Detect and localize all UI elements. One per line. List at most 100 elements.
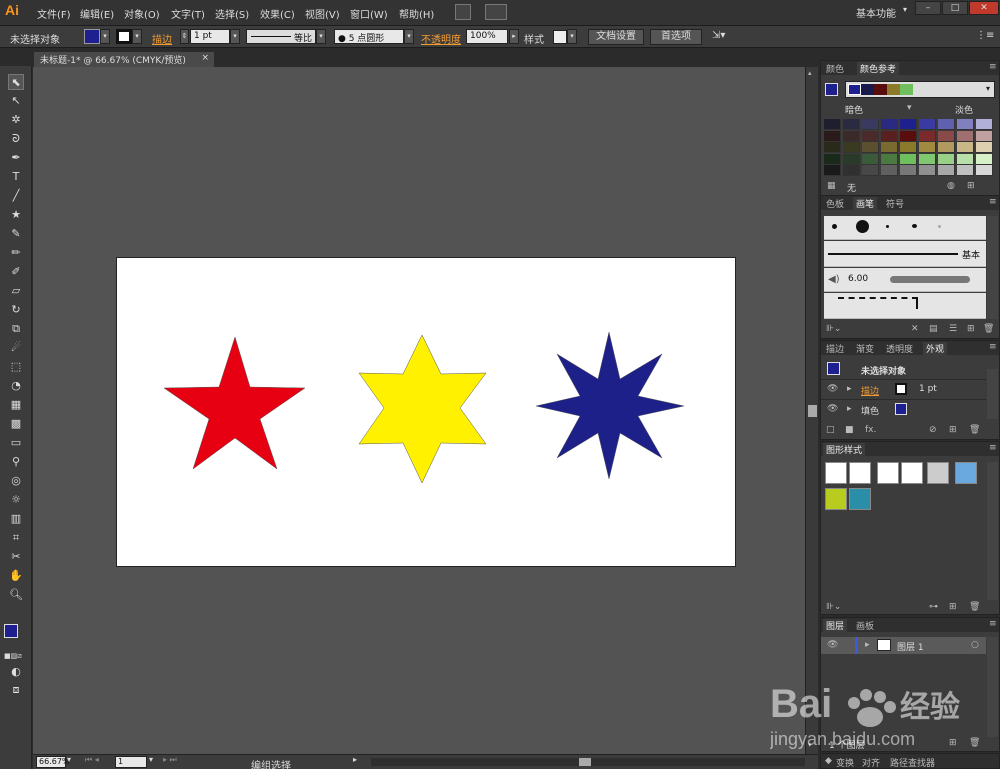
fill-attribute-row[interactable]: 👁︎ ▸ 填色 <box>821 399 986 418</box>
color-variation-swatch[interactable] <box>957 165 974 176</box>
brushes-scrollbar[interactable] <box>987 216 998 319</box>
style-default-icon[interactable] <box>825 462 847 484</box>
yellow-star[interactable] <box>358 334 487 484</box>
arrange-documents-icon[interactable] <box>485 4 507 20</box>
color-variation-swatch[interactable] <box>862 153 879 165</box>
screen-mode-icon[interactable]: ⧈ <box>8 682 24 698</box>
horizontal-scroll-thumb[interactable] <box>579 758 591 766</box>
artboard-nav-prev-icon[interactable]: ⏮ ◂ <box>85 755 99 765</box>
tab-symbols[interactable]: 符号 <box>883 197 907 210</box>
gradient-tool-icon[interactable]: ▭ <box>8 435 24 451</box>
fill-attr-label[interactable]: 填色 <box>861 404 879 417</box>
harmony-color-1[interactable] <box>848 84 861 95</box>
color-variation-swatch[interactable] <box>843 130 860 142</box>
profile-dropdown[interactable]: ▾ <box>316 29 326 44</box>
stroke-attribute-row[interactable]: 👁︎ ▸ 描边 1 pt <box>821 379 986 398</box>
stroke-attr-label[interactable]: 描边 <box>861 384 879 397</box>
color-variation-swatch[interactable] <box>824 165 841 176</box>
style-outline-icon[interactable] <box>901 462 923 484</box>
tab-color[interactable]: 颜色 <box>823 62 847 75</box>
close-tab-icon[interactable]: × <box>201 53 209 63</box>
close-button[interactable]: ✕ <box>969 1 999 15</box>
vertical-scroll-thumb[interactable] <box>808 405 817 417</box>
opacity-label[interactable]: 不透明度 <box>421 31 461 46</box>
direct-select-tool-icon[interactable]: ↖ <box>8 93 24 109</box>
pencil-tool-icon[interactable]: ✏ <box>8 245 24 261</box>
color-variation-swatch[interactable] <box>957 142 974 153</box>
chevron-down-icon[interactable]: ▾ <box>986 84 990 93</box>
color-variation-swatch[interactable] <box>919 119 936 130</box>
variable-width-profile[interactable]: 等比 <box>246 29 316 44</box>
style-green-texture-icon[interactable] <box>825 488 847 510</box>
opacity-field[interactable]: 100% <box>466 29 508 44</box>
free-transform-tool-icon[interactable]: ⬚ <box>8 359 24 375</box>
menu-type[interactable]: 文字(T) <box>171 6 205 21</box>
pen-tool-icon[interactable]: ✒ <box>8 150 24 166</box>
menu-effect[interactable]: 效果(C) <box>260 6 295 21</box>
menu-help[interactable]: 帮助(H) <box>399 6 434 21</box>
tab-graphic-styles[interactable]: 图形样式 <box>823 443 866 456</box>
artboard[interactable] <box>116 257 736 567</box>
brush-dot-tiny-icon[interactable] <box>886 225 889 228</box>
artboard-number-field[interactable]: 1 <box>115 756 147 768</box>
lasso-tool-icon[interactable]: ᘐ <box>8 131 24 147</box>
color-variation-swatch[interactable] <box>957 153 974 165</box>
color-variation-swatch[interactable] <box>862 119 879 130</box>
menu-file[interactable]: 文件(F) <box>37 6 71 21</box>
color-variation-swatch[interactable] <box>824 153 841 165</box>
color-variation-swatch[interactable] <box>843 142 860 153</box>
add-stroke-icon[interactable]: □ <box>826 425 835 435</box>
color-variation-swatch[interactable] <box>976 142 993 153</box>
panel-menu-icon[interactable]: ≡ <box>989 62 997 72</box>
tab-artboards[interactable]: 画板 <box>853 619 877 632</box>
layer-name[interactable]: 图层 1 <box>897 640 924 653</box>
drawing-mode-icon[interactable]: ◐ <box>8 664 24 680</box>
color-variation-swatch[interactable] <box>900 130 917 142</box>
stroke-weight-field[interactable]: 1 pt <box>190 29 230 44</box>
perspective-tool-icon[interactable]: ▦ <box>8 397 24 413</box>
tab-transform[interactable]: 变换 <box>833 756 857 769</box>
tab-layers[interactable]: 图层 <box>823 619 848 632</box>
visibility-eye-icon[interactable]: 👁︎ <box>827 404 838 414</box>
save-swatch-icon[interactable]: ⊞ <box>967 181 975 191</box>
artboard-nav-next-icon[interactable]: ▸ ⏭ <box>163 755 177 765</box>
fill-attr-swatch[interactable] <box>895 403 907 415</box>
color-variation-swatch[interactable] <box>938 142 955 153</box>
color-mode-icon[interactable]: ■▨⧄ <box>4 652 28 660</box>
expand-arrow-icon[interactable]: ▸ <box>865 640 870 650</box>
color-variation-swatch[interactable] <box>957 130 974 142</box>
menu-select[interactable]: 选择(S) <box>215 6 249 21</box>
scale-tool-icon[interactable]: ⧉ <box>8 321 24 337</box>
harmony-color-4[interactable] <box>887 84 900 95</box>
new-style-icon[interactable]: ⊞ <box>949 602 957 612</box>
color-variation-swatch[interactable] <box>938 165 955 176</box>
eyedropper-tool-icon[interactable]: ⚲ <box>8 454 24 470</box>
stroke-dropdown[interactable]: ▾ <box>132 29 142 44</box>
tab-pathfinder[interactable]: 路径查找器 <box>887 756 938 769</box>
color-variation-swatch[interactable] <box>843 153 860 165</box>
scroll-up-icon[interactable]: ▴ <box>808 69 812 77</box>
star-tool-icon[interactable]: ★ <box>8 207 24 223</box>
stroke-stepper[interactable]: ⇕ <box>180 29 189 44</box>
menu-object[interactable]: 对象(O) <box>124 6 160 21</box>
blend-tool-icon[interactable]: ◎ <box>8 473 24 489</box>
color-variation-swatch[interactable] <box>824 119 841 130</box>
stroke-label[interactable]: 描边 <box>152 31 172 46</box>
edit-colors-icon[interactable]: ◍ <box>947 181 955 191</box>
hand-tool-icon[interactable]: ✋ <box>8 568 24 584</box>
color-variation-swatch[interactable] <box>919 142 936 153</box>
red-star[interactable] <box>163 336 306 470</box>
color-variation-swatch[interactable] <box>824 142 841 153</box>
brush-dot-large-icon[interactable] <box>856 220 869 233</box>
color-variation-swatch[interactable] <box>938 153 955 165</box>
slice-tool-icon[interactable]: ✂ <box>8 549 24 565</box>
artboard-dropdown-icon[interactable]: ▾ <box>149 755 153 764</box>
stroke-weight-dropdown[interactable]: ▾ <box>230 29 240 44</box>
color-variation-swatch[interactable] <box>862 130 879 142</box>
tab-gradient[interactable]: 渐变 <box>853 342 877 355</box>
maximize-button[interactable]: □ <box>942 1 968 15</box>
shade-dropdown-icon[interactable]: ▾ <box>907 103 912 113</box>
color-variation-swatch[interactable] <box>976 119 993 130</box>
harmony-color-3[interactable] <box>874 84 887 95</box>
visibility-eye-icon[interactable]: 👁︎ <box>827 384 838 394</box>
